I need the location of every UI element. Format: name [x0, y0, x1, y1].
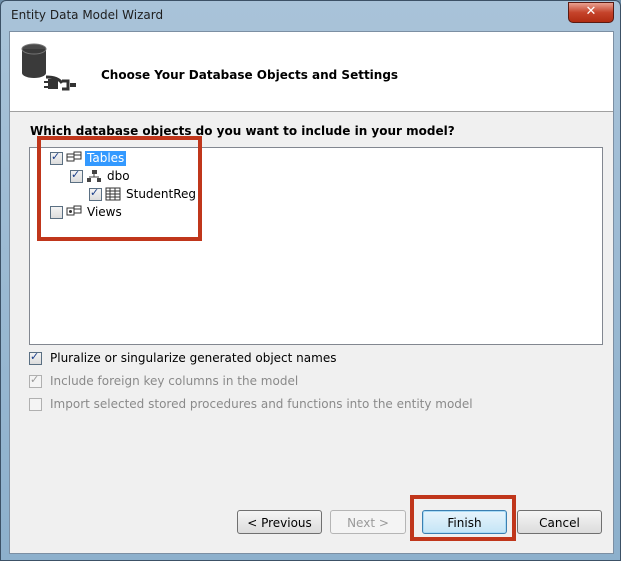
pluralize-option[interactable]: Pluralize or singularize generated objec… [29, 350, 338, 366]
tables-label[interactable]: Tables [85, 150, 127, 166]
previous-button[interactable]: < Previous [237, 510, 322, 534]
close-icon: ✕ [585, 4, 597, 19]
cancel-button[interactable]: Cancel [517, 510, 602, 534]
close-button[interactable]: ✕ [568, 2, 614, 23]
tree-node-tables[interactable]: Tables [50, 149, 127, 167]
dialog-client-area: Choose Your Database Objects and Setting… [9, 31, 614, 554]
database-objects-tree[interactable]: Tables dbo [29, 147, 603, 345]
pluralize-checkbox[interactable] [29, 350, 42, 365]
foreign-key-label: Include foreign key columns in the model [50, 374, 299, 388]
foreign-key-option: Include foreign key columns in the model [29, 373, 300, 389]
wizard-header: Choose Your Database Objects and Setting… [10, 32, 613, 112]
views-label[interactable]: Views [85, 205, 124, 220]
dbo-label[interactable]: dbo [105, 169, 132, 184]
window-title: Entity Data Model Wizard [11, 8, 164, 22]
database-connection-icon [21, 43, 76, 91]
tables-checkbox[interactable] [50, 150, 63, 165]
studentreg-checkbox[interactable] [89, 186, 102, 201]
foreign-key-checkbox [29, 373, 42, 388]
tree-node-views[interactable]: Views [50, 203, 124, 221]
import-procedures-label: Import selected stored procedures and fu… [50, 397, 473, 411]
import-procedures-checkbox [29, 398, 42, 411]
schema-icon [87, 170, 101, 182]
import-procedures-option: Import selected stored procedures and fu… [29, 397, 475, 412]
views-checkbox[interactable] [50, 205, 63, 219]
next-button[interactable]: Next > [330, 510, 406, 534]
title-bar[interactable]: Entity Data Model Wizard ✕ [1, 1, 620, 31]
table-icon [105, 187, 121, 201]
pluralize-label[interactable]: Pluralize or singularize generated objec… [48, 351, 338, 366]
views-folder-icon [66, 205, 82, 216]
tree-node-studentreg[interactable]: StudentReg [89, 185, 198, 203]
tree-node-dbo[interactable]: dbo [70, 167, 132, 185]
page-title: Choose Your Database Objects and Setting… [101, 68, 399, 82]
studentreg-label[interactable]: StudentReg [124, 187, 198, 202]
objects-question-label: Which database objects do you want to in… [30, 124, 455, 138]
wizard-window: Entity Data Model Wizard ✕ Choose Your D… [0, 0, 621, 561]
tables-folder-icon [66, 151, 82, 162]
finish-button[interactable]: Finish [422, 510, 507, 534]
dbo-checkbox[interactable] [70, 168, 83, 183]
